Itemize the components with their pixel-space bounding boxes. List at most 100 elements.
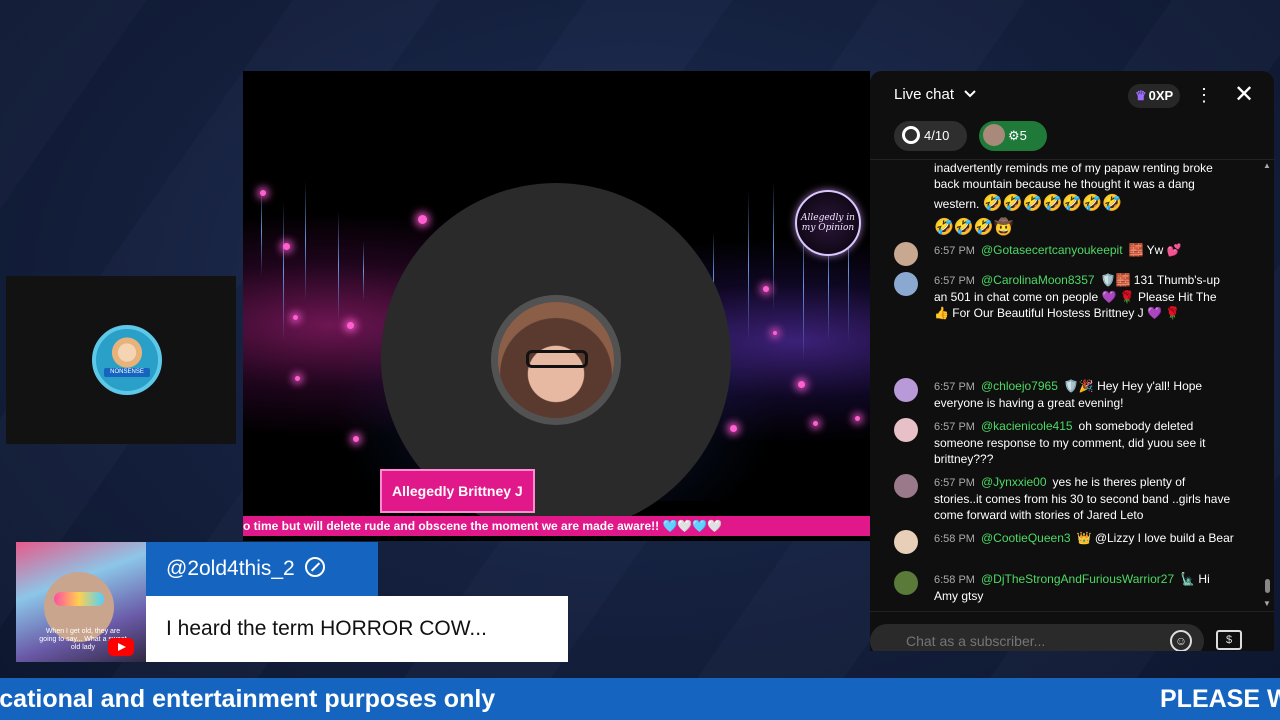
chat-message[interactable]: 6:58 PM @CootieQueen3 👑 @Lizzy I love buil…	[894, 530, 1234, 554]
host-glasses	[526, 350, 588, 368]
gift-count: 5	[1019, 128, 1027, 143]
message-text: 👑 @Lizzy I love build a Bear	[1076, 531, 1234, 545]
glow-particle	[763, 286, 769, 292]
message-username[interactable]: @CootieQueen3	[981, 531, 1071, 545]
message-timestamp: 6:57 PM	[934, 275, 975, 287]
xp-pill[interactable]: ♛ 0XP	[1128, 84, 1181, 108]
message-timestamp: 6:57 PM	[934, 421, 975, 433]
glow-particle	[730, 425, 737, 432]
chevron-down-icon	[964, 90, 976, 98]
crown-icon: ♛	[1135, 88, 1147, 103]
message-username[interactable]: @CarolinaMoon8357	[981, 273, 1095, 287]
message-username[interactable]: @Gotasecertcanyoukeepit	[981, 243, 1123, 257]
message-emoji-line: 🤣🤣🤣🤠	[934, 219, 1014, 236]
chat-title: Live chat	[894, 86, 955, 103]
banner-text-left: ucational and entertainment purposes onl…	[0, 685, 496, 713]
avatar[interactable]	[894, 272, 918, 296]
chat-input-bar: ☺ $	[870, 611, 1274, 651]
message-timestamp: 6:57 PM	[934, 245, 975, 257]
avatar[interactable]	[894, 418, 918, 442]
avatar[interactable]	[894, 530, 918, 554]
gift-icon: ⚙	[1008, 128, 1020, 143]
gifter-avatar	[983, 124, 1005, 146]
glow-particle	[347, 322, 354, 329]
message-timestamp: 6:57 PM	[934, 381, 975, 393]
featured-comment-text: I heard the term HORROR COW...	[146, 596, 568, 662]
featured-comment-username-bar: @2old4this_2	[146, 542, 378, 596]
glow-particle	[813, 421, 818, 426]
chat-message[interactable]: 6:57 PM @kacienicole415 oh somebody delete…	[894, 418, 1234, 467]
gift-pill[interactable]: ⚙5	[979, 121, 1047, 151]
avatar[interactable]	[894, 378, 918, 402]
message-body: 6:57 PM @chloejo7965 🛡️🎉 Hey Hey y'all! Ho…	[934, 378, 1234, 411]
message-timestamp: 6:58 PM	[934, 574, 975, 586]
chat-messages: inadvertently reminds me of my papaw ren…	[870, 159, 1274, 609]
channel-logo-text: Allegedly in my Opinion	[801, 213, 855, 233]
avatar[interactable]	[894, 474, 918, 498]
host-name-badge: Allegedly Brittney J	[380, 469, 535, 513]
message-body: 6:57 PM @kacienicole415 oh somebody delete…	[934, 418, 1234, 467]
goal-progress: 4/10	[924, 128, 950, 143]
banner-text-right: PLEASE W	[1160, 685, 1280, 713]
glow-particle	[798, 381, 805, 388]
message-body: 6:58 PM @CootieQueen3 👑 @Lizzy I love buil…	[934, 530, 1234, 547]
youtube-icon	[108, 638, 134, 656]
chat-message[interactable]: 6:58 PM @DjTheStrongAndFuriousWarrior27 🗽 …	[894, 571, 1234, 604]
guest-avatar-label: NONSENSE	[104, 368, 150, 377]
avatar[interactable]	[894, 242, 918, 266]
guest-video-tile: NONSENSE	[6, 276, 236, 444]
glow-particle	[773, 331, 777, 335]
glow-particle	[293, 315, 298, 320]
more-options-button[interactable]: ⋮	[1194, 83, 1214, 107]
message-username[interactable]: @Jynxxie00	[981, 475, 1047, 489]
channel-logo: Allegedly in my Opinion	[795, 190, 861, 256]
light-streak	[283, 201, 284, 341]
glow-particle	[855, 416, 860, 421]
scrollbar-thumb[interactable]	[1265, 579, 1270, 593]
slash-circle-icon	[304, 557, 325, 577]
light-streak	[363, 241, 364, 301]
message-body: 6:57 PM @Jynxxie00 yes he is theres plenty…	[934, 474, 1234, 523]
chat-scrollbar[interactable]: ▲ ▼	[1263, 159, 1271, 609]
light-streak	[261, 186, 262, 276]
glow-particle	[418, 215, 427, 224]
chat-message[interactable]: 6:57 PM @Gotasecertcanyoukeepit 🧱 Yw 💕	[894, 242, 1234, 266]
live-chat-panel: Live chat ♛ 0XP ⋮ ✕ 4/10 ⚙5 inadvertently…	[870, 71, 1274, 651]
host-avatar	[491, 295, 621, 425]
light-streak	[748, 191, 749, 341]
emoji-button[interactable]: ☺	[1170, 630, 1192, 651]
message-emoji-line: 🤣🤣🤣🤣🤣🤣🤣	[982, 195, 1123, 212]
chat-header: Live chat ♛ 0XP ⋮ ✕	[870, 71, 1274, 119]
message-timestamp: 6:58 PM	[934, 533, 975, 545]
message-username[interactable]: @kacienicole415	[981, 419, 1073, 433]
message-username[interactable]: @chloejo7965	[981, 379, 1058, 393]
chat-message[interactable]: 6:57 PM @chloejo7965 🛡️🎉 Hey Hey y'all! Ho…	[894, 378, 1234, 411]
xp-value: 0XP	[1148, 88, 1174, 103]
avatar[interactable]	[894, 571, 918, 595]
chat-mode-dropdown[interactable]: Live chat	[894, 86, 976, 103]
chat-input[interactable]	[870, 624, 1204, 651]
message-timestamp: 6:57 PM	[934, 477, 975, 489]
glow-particle	[353, 436, 359, 442]
main-stage: Allegedly in my Opinion Allegedly Brittn…	[243, 71, 870, 541]
glow-particle	[260, 190, 266, 196]
featured-commenter-avatar: When I get old, they are going to say...…	[16, 542, 146, 662]
guest-avatar: NONSENSE	[92, 325, 162, 395]
message-body: 6:57 PM @Gotasecertcanyoukeepit 🧱 Yw 💕	[934, 242, 1234, 259]
close-chat-button[interactable]: ✕	[1232, 81, 1256, 109]
super-chat-button[interactable]: $	[1216, 630, 1242, 650]
light-streak	[305, 181, 306, 301]
chat-message[interactable]: 6:57 PM @Jynxxie00 yes he is theres plenty…	[894, 474, 1234, 523]
stage-ticker: o time but will delete rude and obscene …	[243, 516, 870, 536]
message-text: 🧱 Yw 💕	[1128, 243, 1182, 257]
goal-pill[interactable]: 4/10	[894, 121, 967, 151]
scroll-down-icon: ▼	[1263, 599, 1271, 608]
bottom-ticker-banner: ucational and entertainment purposes onl…	[0, 678, 1280, 720]
scroll-up-icon: ▲	[1263, 161, 1271, 170]
message-text: yes he is theres plenty of stories..it c…	[934, 475, 1231, 522]
featured-username: @2old4this_2	[166, 557, 295, 580]
avatar-sunglasses	[54, 592, 104, 606]
chat-message[interactable]: 6:57 PM @CarolinaMoon8357 🛡️🧱 131 Thumb's-…	[894, 272, 1234, 321]
light-streak	[338, 211, 339, 321]
message-username[interactable]: @DjTheStrongAndFuriousWarrior27	[981, 572, 1174, 586]
